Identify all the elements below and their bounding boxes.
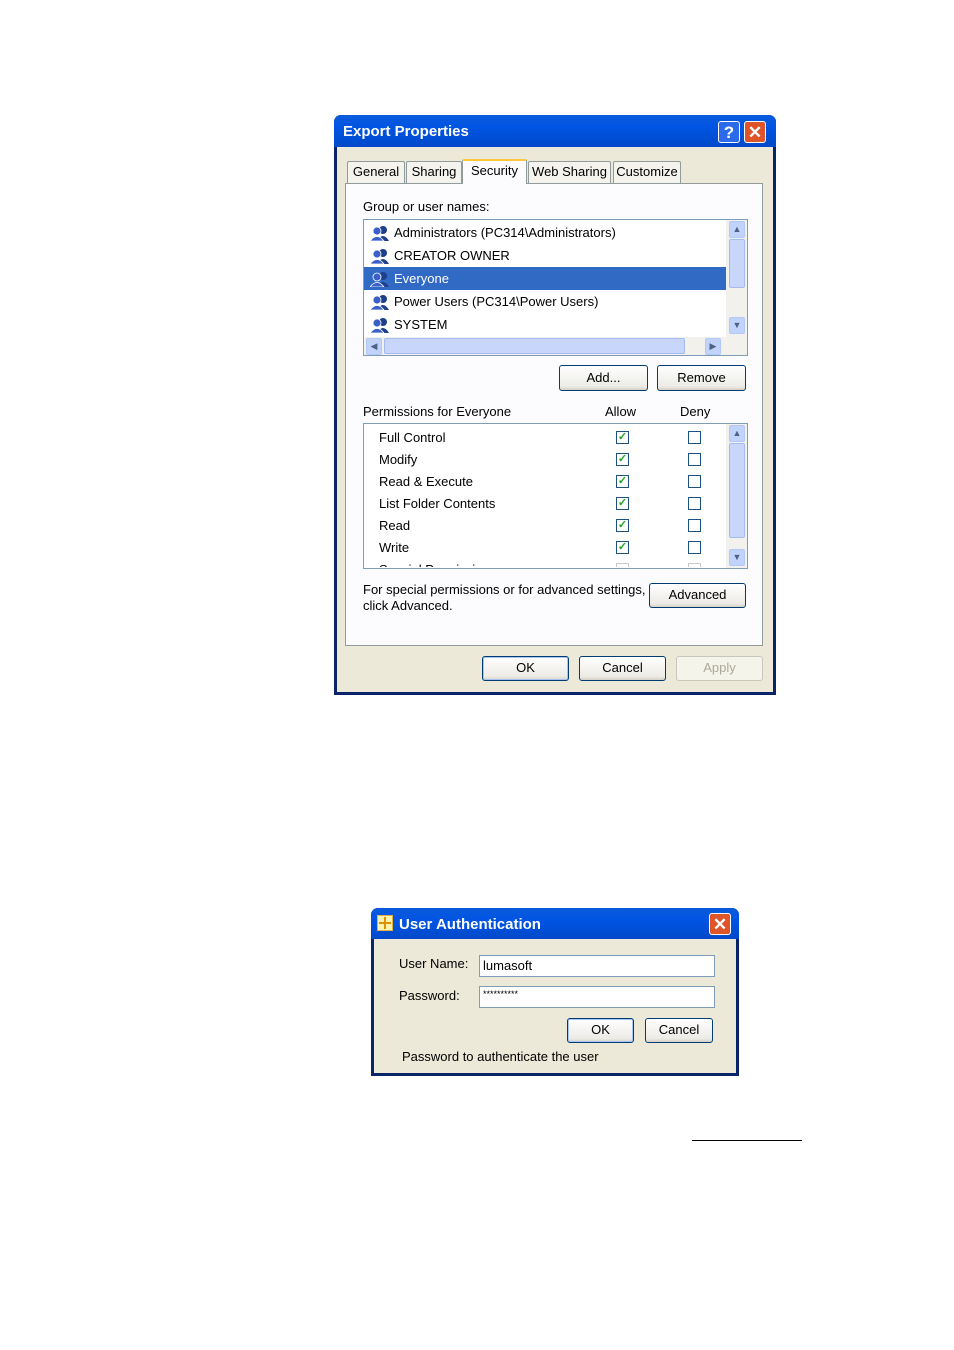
permission-row: Special Permissions [364,558,726,567]
tab-web-sharing[interactable]: Web Sharing [528,161,611,183]
permissions-list: Full Control ✓ Modify ✓ Read & Execute ✓ List … [363,423,748,569]
allow-checkbox[interactable]: ✓ [616,431,629,444]
dialog-body: General Sharing Security Web Sharing Cus… [337,147,773,692]
scroll-right-icon[interactable]: ▶ [705,338,721,355]
scroll-up-icon[interactable]: ▲ [729,425,745,442]
permission-name: Modify [379,452,418,467]
advanced-button[interactable]: Advanced [649,583,746,608]
permissions-vertical-scrollbar[interactable]: ▲ ▼ [726,424,747,568]
ok-button[interactable]: OK [482,656,569,681]
user-name: Everyone [394,271,449,286]
permission-name: Write [379,540,410,555]
allow-column-header: Allow [605,404,637,419]
tab-security[interactable]: Security [462,159,527,184]
permission-name: Full Control [379,430,446,445]
username-label: User Name: [399,956,469,971]
allow-checkbox[interactable]: ✓ [616,541,629,554]
cancel-button[interactable]: Cancel [579,656,666,681]
user-list-item[interactable]: SYSTEM [364,313,726,336]
password-field[interactable]: ********** [479,986,715,1008]
scroll-up-icon[interactable]: ▲ [729,221,745,238]
advanced-note-line-2: click Advanced. [363,598,453,613]
app-icon [377,915,393,931]
window-title: Export Properties [343,123,469,140]
horizontal-scroll-thumb[interactable] [384,338,685,354]
user-list-item[interactable]: CREATOR OWNER [364,244,726,267]
deny-checkbox[interactable] [688,453,701,466]
security-tab-page: Group or user names: Administrators (PC3… [345,183,763,646]
allow-checkbox[interactable] [616,563,629,567]
user-authentication-window: User Authentication ✕ User Name: lumasof… [371,908,739,1076]
users-horizontal-scrollbar[interactable]: ◀ ▶ [364,337,747,355]
permission-row: Write ✓ [364,536,726,558]
scroll-down-icon[interactable]: ▼ [729,317,745,334]
tab-general[interactable]: General [347,161,405,183]
deny-checkbox[interactable] [688,431,701,444]
remove-button[interactable]: Remove [657,365,746,391]
deny-checkbox[interactable] [688,541,701,554]
scroll-thumb[interactable] [729,443,745,538]
title-bar[interactable]: User Authentication ✕ [371,908,739,939]
advanced-note-line-1: For special permissions or for advanced … [363,582,646,597]
user-list-item[interactable]: Administrators (PC314\Administrators) [364,221,726,244]
password-label: Password: [399,988,460,1003]
user-list-item[interactable]: Power Users (PC314\Power Users) [364,290,726,313]
group-or-user-names-label: Group or user names: [363,199,490,214]
permission-name: Special Permissions [379,562,496,567]
export-properties-window: Export Properties ? ✕ General Sharing Se… [334,115,776,695]
permission-row: Read & Execute ✓ [364,470,726,492]
permission-name: List Folder Contents [379,496,496,511]
cancel-button[interactable]: Cancel [645,1018,713,1043]
close-button[interactable]: ✕ [744,121,766,143]
close-button[interactable]: ✕ [709,913,731,935]
permission-row: List Folder Contents ✓ [364,492,726,514]
tab-customize[interactable]: Customize [613,161,681,183]
deny-checkbox[interactable] [688,519,701,532]
permissions-for-label: Permissions for Everyone [363,404,512,419]
allow-checkbox[interactable]: ✓ [616,497,629,510]
window-title: User Authentication [399,916,541,933]
user-group-icon [370,272,389,287]
apply-button: Apply [676,656,763,681]
user-list: Administrators (PC314\Administrators) CRE… [363,219,748,356]
permission-name: Read & Execute [379,474,473,489]
tab-sharing[interactable]: Sharing [406,161,462,183]
deny-checkbox[interactable] [688,563,701,567]
allow-checkbox[interactable]: ✓ [616,453,629,466]
allow-checkbox[interactable]: ✓ [616,519,629,532]
user-name: Power Users (PC314\Power Users) [394,294,599,309]
user-name: Administrators (PC314\Administrators) [394,225,616,240]
permission-row: Read ✓ [364,514,726,536]
status-text: Password to authenticate the user [402,1049,599,1064]
title-bar[interactable]: Export Properties ? ✕ [334,115,776,147]
add-button[interactable]: Add... [559,365,648,391]
user-group-icon [370,318,389,333]
scroll-left-icon[interactable]: ◀ [366,338,382,355]
underline-divider [692,1140,802,1141]
user-list-item[interactable]: Everyone [364,267,726,290]
scroll-thumb[interactable] [729,239,745,288]
help-button[interactable]: ? [718,121,740,143]
user-group-icon [370,226,389,241]
scroll-down-icon[interactable]: ▼ [729,549,745,566]
permission-row: Modify ✓ [364,448,726,470]
user-name: CREATOR OWNER [394,248,510,263]
username-field[interactable]: lumasoft [479,955,715,977]
ok-button[interactable]: OK [567,1018,634,1043]
user-group-icon [370,295,389,310]
user-group-icon [370,249,389,264]
deny-checkbox[interactable] [688,497,701,510]
allow-checkbox[interactable]: ✓ [616,475,629,488]
dialog-body: User Name: lumasoft Password: **********… [374,939,736,1073]
permission-row: Full Control ✓ [364,426,726,448]
deny-column-header: Deny [680,404,711,419]
user-name: SYSTEM [394,317,448,332]
permission-name: Read [379,518,411,533]
deny-checkbox[interactable] [688,475,701,488]
users-vertical-scrollbar[interactable]: ▲ ▼ [726,220,747,337]
